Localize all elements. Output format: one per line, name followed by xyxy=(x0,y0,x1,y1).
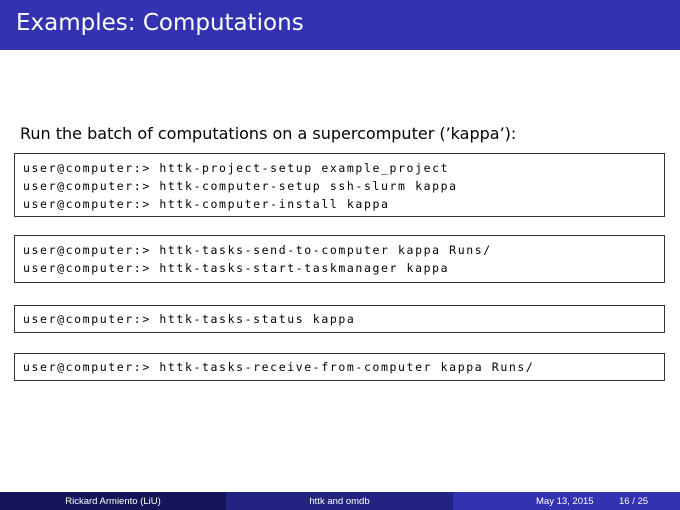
footer: Rickard Armiento (LiU) httk and omdb May… xyxy=(0,492,680,510)
footer-author-segment: Rickard Armiento (LiU) xyxy=(0,492,226,510)
code-line: user@computer:> httk-tasks-send-to-compu… xyxy=(23,243,492,257)
code-block-status: user@computer:> httk-tasks-status kappa xyxy=(14,305,665,333)
footer-date: May 13, 2015 xyxy=(536,495,594,507)
code-line: user@computer:> httk-tasks-receive-from-… xyxy=(23,360,535,374)
footer-date-segment: May 13, 2015 16 / 25 xyxy=(453,492,680,510)
title-bar: Examples: Computations xyxy=(0,0,680,50)
slide-title: Examples: Computations xyxy=(16,10,304,36)
code-block-send: user@computer:> httk-tasks-send-to-compu… xyxy=(14,235,665,283)
code-line: user@computer:> httk-computer-install ka… xyxy=(23,197,390,211)
code-block-receive: user@computer:> httk-tasks-receive-from-… xyxy=(14,353,665,381)
footer-title-segment: httk and omdb xyxy=(226,492,453,510)
footer-title: httk and omdb xyxy=(309,495,370,507)
code-line: user@computer:> httk-computer-setup ssh-… xyxy=(23,179,458,193)
code-line: user@computer:> httk-tasks-status kappa xyxy=(23,312,356,326)
intro-text: Run the batch of computations on a super… xyxy=(20,124,517,143)
code-line: user@computer:> httk-tasks-start-taskman… xyxy=(23,261,450,275)
footer-author: Rickard Armiento (LiU) xyxy=(65,495,161,507)
page-number: 16 / 25 xyxy=(619,495,649,507)
code-block-setup: user@computer:> httk-project-setup examp… xyxy=(14,153,665,217)
code-line: user@computer:> httk-project-setup examp… xyxy=(23,161,450,175)
